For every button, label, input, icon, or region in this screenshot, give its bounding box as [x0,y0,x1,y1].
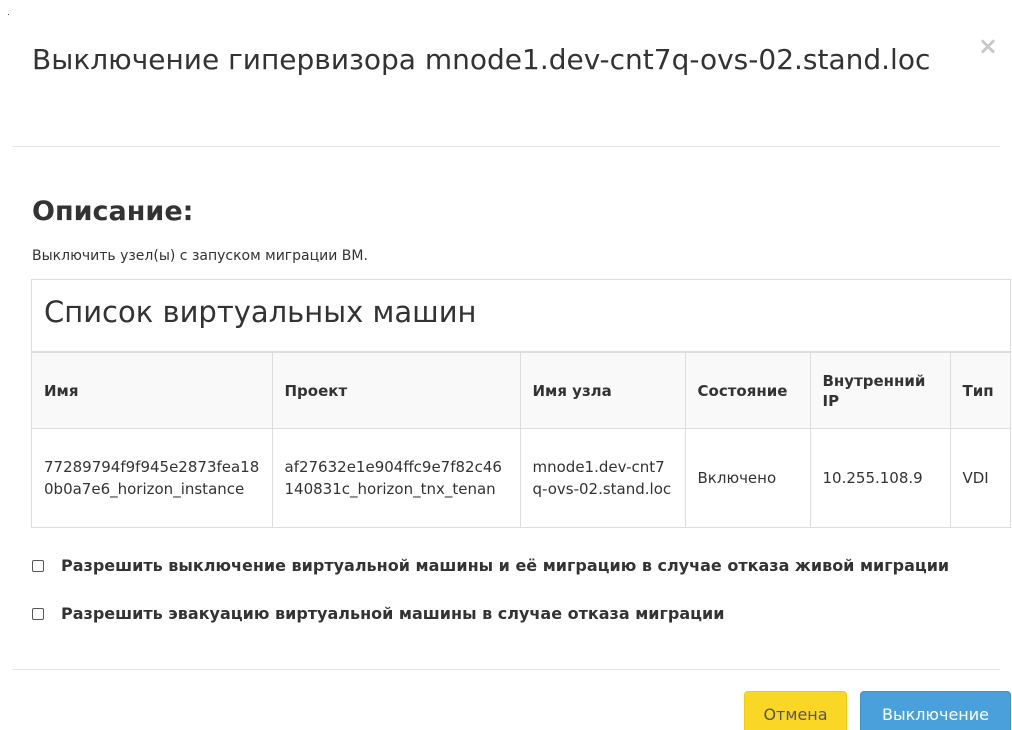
allow-shutdown-checkbox[interactable] [32,559,44,572]
allow-evacuation-checkbox[interactable] [32,607,44,620]
column-header-name[interactable]: Имя [32,352,273,429]
vm-type-cell: VDI [962,468,989,487]
vm-state-cell: Включено [685,428,811,527]
vm-ip-cell: 10.255.108.9 [810,428,951,527]
description-text: Выключить узел(ы) с запуском миграции ВМ… [32,248,368,264]
vm-list-panel: Список виртуальных машин Имя Проект Имя … [31,279,1011,528]
cancel-button[interactable]: Отмена [744,691,847,730]
decorative-dot [8,14,9,15]
description-heading: Описание: [32,196,194,227]
vm-table: Имя Проект Имя узла Состояние Внутренний… [32,352,1010,527]
column-header-node[interactable]: Имя узла [520,352,686,429]
table-row: 77289794f9f945e2873fea180b0a7e6_horizon_… [32,428,1010,527]
table-header-row: Имя Проект Имя узла Состояние Внутренний… [32,352,1010,429]
shutdown-hypervisor-modal: × Выключение гипервизора mnode1.dev-cnt7… [0,0,1012,730]
vm-node-cell: mnode1.dev-cnt7q-ovs-02.stand.loc [520,428,686,527]
column-header-ip[interactable]: Внутренний IP [810,352,951,429]
column-header-type[interactable]: Тип [950,352,1010,429]
allow-shutdown-option[interactable]: Разрешить выключение виртуальной машины … [32,556,949,575]
modal-title: Выключение гипервизора mnode1.dev-cnt7q-… [32,43,931,76]
column-header-state[interactable]: Состояние [685,352,811,429]
vm-project-cell: af27632e1e904ffc9e7f82c46140831c_horizon… [272,428,521,527]
vm-name-cell: 77289794f9f945e2873fea180b0a7e6_horizon_… [32,428,273,527]
allow-shutdown-label: Разрешить выключение виртуальной машины … [61,556,950,575]
allow-evacuation-label: Разрешить эвакуацию виртуальной машины в… [61,604,725,623]
header-divider [12,146,1000,147]
allow-evacuation-option[interactable]: Разрешить эвакуацию виртуальной машины в… [32,604,724,623]
footer-divider [12,669,1000,670]
shutdown-button[interactable]: Выключение [860,691,1011,730]
column-header-project[interactable]: Проект [272,352,521,429]
vm-list-title: Список виртуальных машин [32,280,1010,352]
